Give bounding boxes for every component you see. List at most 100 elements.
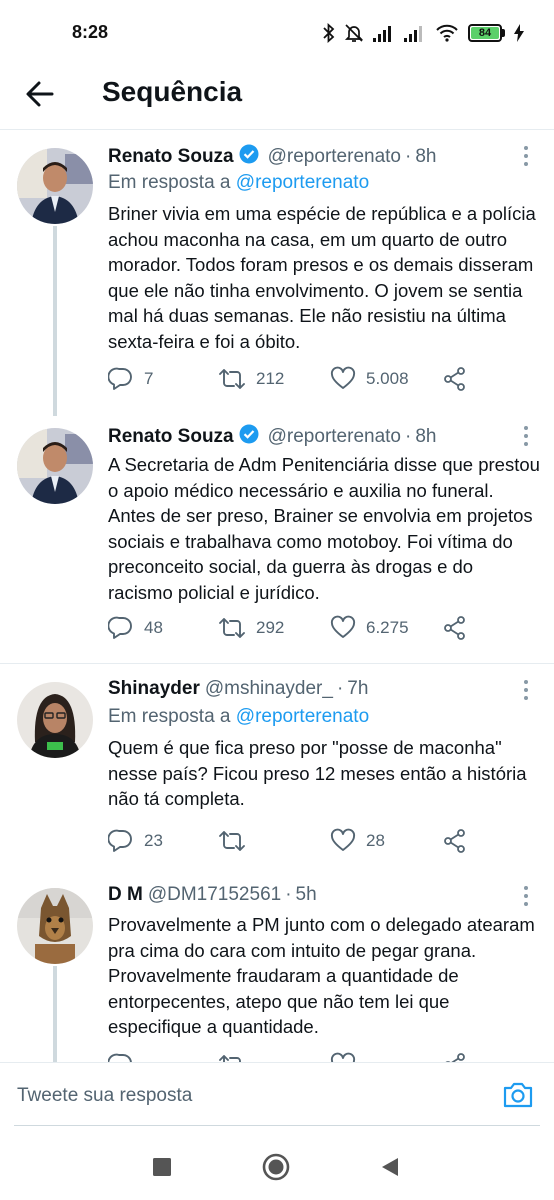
status-time: 8:28 bbox=[72, 22, 109, 42]
mute-icon bbox=[344, 23, 364, 43]
retweet-button[interactable]: 212 bbox=[218, 366, 284, 392]
author-name[interactable]: Shinayder bbox=[108, 678, 200, 700]
author-handle[interactable]: @DM17152561 bbox=[148, 884, 281, 906]
tweet-text: A Secretaria de Adm Penitenciária disse … bbox=[108, 454, 540, 603]
share-button[interactable] bbox=[442, 615, 468, 641]
more-options-icon[interactable] bbox=[524, 146, 530, 170]
tweet-actions: 7 212 5.008 bbox=[108, 366, 528, 396]
share-button[interactable] bbox=[442, 366, 468, 392]
reply-context: Em resposta a @reporterenato bbox=[108, 706, 369, 728]
avatar[interactable] bbox=[17, 428, 93, 504]
like-button[interactable]: 6.275 bbox=[330, 615, 409, 641]
reply-count: 7 bbox=[144, 369, 154, 388]
tweet[interactable]: Renato Souza @reporterenato · 8h A Secre… bbox=[0, 410, 554, 664]
reply-count: 23 bbox=[144, 831, 163, 850]
heart-icon bbox=[330, 1052, 356, 1062]
retweet-icon bbox=[218, 828, 246, 854]
reply-icon bbox=[108, 615, 134, 641]
reply-button[interactable] bbox=[108, 1052, 134, 1062]
avatar[interactable] bbox=[17, 888, 93, 964]
like-count: 5.008 bbox=[366, 369, 409, 388]
share-button[interactable] bbox=[442, 1052, 468, 1062]
verified-badge-icon bbox=[239, 424, 259, 450]
compose-bar: Tweete sua resposta bbox=[0, 1062, 554, 1126]
share-icon bbox=[442, 828, 468, 854]
bluetooth-icon bbox=[323, 23, 335, 43]
thread-feed[interactable]: Renato Souza @reporterenato · 8h Em resp… bbox=[0, 130, 554, 1062]
more-options-icon[interactable] bbox=[524, 680, 530, 704]
back-triangle-icon[interactable] bbox=[380, 1157, 400, 1182]
more-options-icon[interactable] bbox=[524, 426, 530, 450]
like-button[interactable]: 5.008 bbox=[330, 366, 409, 392]
more-options-icon[interactable] bbox=[524, 886, 530, 910]
retweet-button[interactable]: 292 bbox=[218, 615, 284, 641]
tweet[interactable]: D M @DM17152561 · 5h Provavelmente a PM … bbox=[0, 876, 554, 1062]
retweet-button[interactable] bbox=[218, 828, 256, 854]
reply-to-link[interactable]: @reporterenato bbox=[236, 172, 369, 193]
retweet-button[interactable] bbox=[218, 1052, 246, 1062]
retweet-count: 212 bbox=[256, 369, 285, 388]
avatar[interactable] bbox=[17, 148, 93, 224]
reply-button[interactable]: 7 bbox=[108, 366, 153, 392]
tweet-text: Briner vivia em uma espécie de república… bbox=[108, 203, 536, 352]
status-icons: 84 bbox=[323, 20, 524, 46]
home-circle-icon[interactable] bbox=[262, 1153, 290, 1186]
share-icon bbox=[442, 1052, 468, 1062]
heart-icon bbox=[330, 615, 356, 641]
tweet[interactable]: Shinayder @mshinayder_ · 7h Em resposta … bbox=[0, 664, 554, 874]
author-handle[interactable]: @reporterenato bbox=[268, 146, 401, 168]
tweet-time[interactable]: 5h bbox=[296, 884, 317, 906]
heart-icon bbox=[330, 828, 356, 854]
reply-input[interactable]: Tweete sua resposta bbox=[17, 1085, 192, 1107]
wifi-icon bbox=[435, 24, 459, 42]
tweet-actions bbox=[108, 1052, 528, 1062]
verified-badge-icon bbox=[239, 144, 259, 170]
camera-icon[interactable] bbox=[502, 1081, 534, 1114]
charging-icon bbox=[514, 24, 524, 42]
tweet-time[interactable]: 8h bbox=[415, 146, 436, 168]
separator: · bbox=[405, 426, 412, 447]
app-bar: Sequência bbox=[0, 64, 554, 130]
tweet-header: Renato Souza @reporterenato · 8h bbox=[108, 144, 436, 170]
reply-context: Em resposta a @reporterenato bbox=[108, 172, 369, 194]
reply-icon bbox=[108, 828, 134, 854]
tweet-header: Renato Souza @reporterenato · 8h bbox=[108, 424, 436, 450]
like-button[interactable]: 28 bbox=[330, 828, 385, 854]
tweet-time[interactable]: 7h bbox=[347, 678, 368, 700]
tweet-text: Provavelmente a PM junto com o delegado … bbox=[108, 914, 535, 1037]
tweet-text: Quem é que fica preso por "posse de maco… bbox=[108, 737, 527, 809]
arrow-left-icon[interactable] bbox=[24, 78, 56, 110]
reply-to-link[interactable]: @reporterenato bbox=[236, 706, 369, 727]
battery-icon: 84 bbox=[468, 24, 505, 42]
share-button[interactable] bbox=[442, 828, 468, 854]
status-bar: 8:28 84 bbox=[0, 0, 554, 64]
reply-button[interactable]: 23 bbox=[108, 828, 163, 854]
heart-icon bbox=[330, 366, 356, 392]
author-name[interactable]: D M bbox=[108, 884, 143, 906]
recents-square-icon[interactable] bbox=[153, 1158, 171, 1181]
tweet-actions: 23 28 bbox=[108, 828, 528, 858]
author-name[interactable]: Renato Souza bbox=[108, 426, 234, 448]
reply-icon bbox=[108, 1052, 134, 1062]
author-name[interactable]: Renato Souza bbox=[108, 146, 234, 168]
retweet-icon bbox=[218, 366, 246, 392]
battery-level: 84 bbox=[471, 27, 499, 39]
retweet-icon bbox=[218, 1052, 246, 1062]
separator: · bbox=[336, 678, 344, 699]
reply-button[interactable]: 48 bbox=[108, 615, 163, 641]
tweet-header: D M @DM17152561 · 5h bbox=[108, 884, 317, 906]
like-button[interactable] bbox=[330, 1052, 356, 1062]
separator: · bbox=[285, 884, 292, 905]
signal-icon bbox=[373, 24, 395, 42]
like-count: 28 bbox=[366, 831, 385, 850]
reply-prefix: Em resposta a bbox=[108, 172, 231, 193]
author-handle[interactable]: @mshinayder_ bbox=[205, 678, 333, 700]
tweet[interactable]: Renato Souza @reporterenato · 8h Em resp… bbox=[0, 130, 554, 416]
author-handle[interactable]: @reporterenato bbox=[268, 426, 401, 448]
tweet-header: Shinayder @mshinayder_ · 7h bbox=[108, 678, 368, 700]
thread-line bbox=[53, 966, 57, 1062]
avatar[interactable] bbox=[17, 682, 93, 758]
retweet-icon bbox=[218, 615, 246, 641]
signal-icon bbox=[404, 24, 426, 42]
tweet-time[interactable]: 8h bbox=[415, 426, 436, 448]
